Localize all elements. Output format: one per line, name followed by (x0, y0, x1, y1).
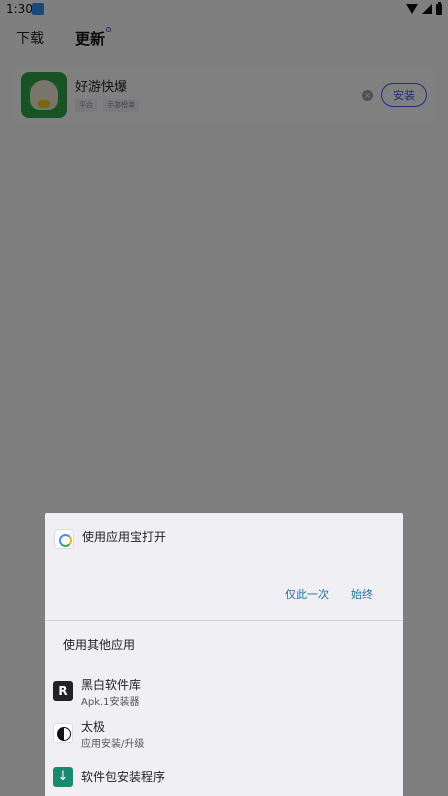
option-title: 太极 (81, 720, 106, 734)
option-subtitle: Apk.1安装器 (81, 697, 140, 708)
option-subtitle: 应用安装/升级 (81, 739, 145, 750)
package-installer-icon (53, 767, 73, 787)
app-option-package-installer[interactable]: 软件包安装程序 (45, 759, 403, 795)
always-button[interactable]: 始终 (351, 586, 373, 602)
app-option-heibai[interactable]: R 黑白软件库 Apk.1安装器 (45, 673, 403, 709)
open-with-title: 使用应用宝打开 (82, 530, 167, 544)
yingyongbao-icon (54, 529, 74, 549)
open-with-sheet: 使用应用宝打开 仅此一次 始终 使用其他应用 R 黑白软件库 Apk.1安装器 … (45, 513, 403, 796)
app-option-taiji[interactable]: 太极 应用安装/升级 (45, 715, 403, 751)
heibai-logo-icon: R (53, 681, 73, 701)
option-title: 软件包安装程序 (81, 770, 166, 784)
other-apps-heading: 使用其他应用 (63, 638, 136, 652)
option-title: 黑白软件库 (81, 678, 142, 692)
taiji-icon (53, 723, 73, 743)
divider (45, 620, 403, 621)
just-once-button[interactable]: 仅此一次 (285, 586, 329, 602)
